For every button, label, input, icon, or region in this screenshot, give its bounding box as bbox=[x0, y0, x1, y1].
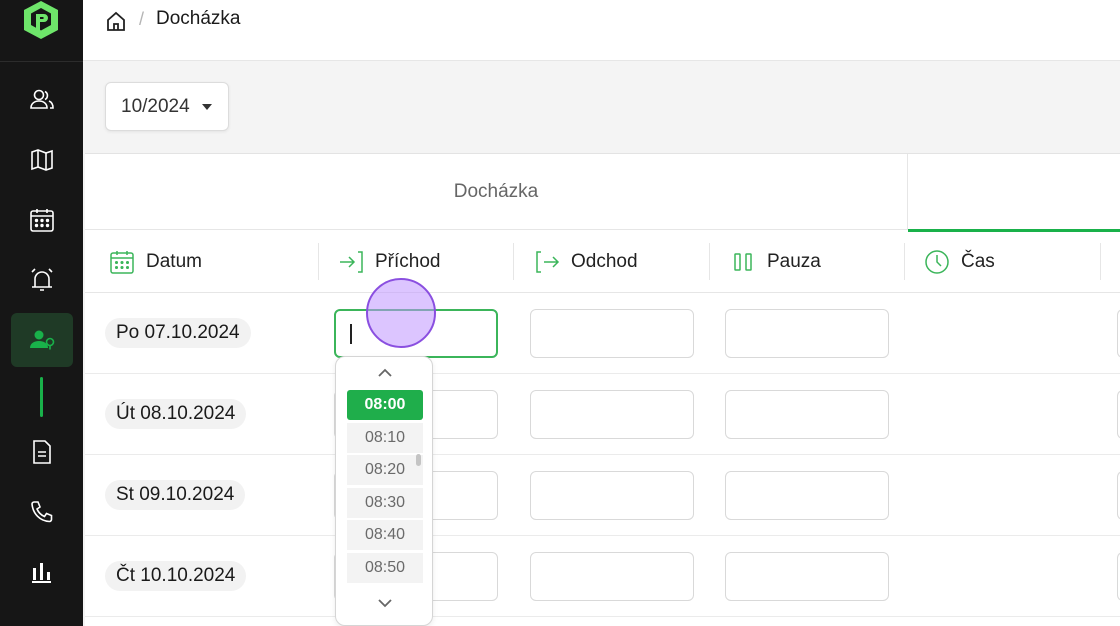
column-divider bbox=[513, 243, 514, 280]
column-divider bbox=[1100, 243, 1101, 280]
date-pill: Út 08.10.2024 bbox=[105, 399, 247, 429]
date-pill: Čt 10.10.2024 bbox=[105, 561, 247, 591]
phone-icon bbox=[31, 501, 53, 523]
breadcrumb-separator: / bbox=[139, 9, 145, 29]
active-indicator bbox=[40, 377, 43, 417]
home-icon[interactable] bbox=[105, 10, 127, 32]
column-header-pause: Pauza bbox=[730, 230, 821, 293]
column-divider bbox=[318, 243, 319, 280]
column-label: Čas bbox=[961, 250, 995, 272]
departure-input[interactable] bbox=[530, 390, 694, 439]
sidebar-item-stats[interactable] bbox=[11, 545, 73, 599]
date-pill: St 09.10.2024 bbox=[105, 480, 246, 510]
time-option[interactable]: 08:20 bbox=[347, 455, 423, 486]
time-option[interactable]: 08:10 bbox=[347, 422, 423, 453]
pause-input[interactable] bbox=[725, 390, 889, 439]
departure-input[interactable] bbox=[530, 552, 694, 601]
departure-icon bbox=[536, 250, 560, 273]
sidebar-item-alarms[interactable] bbox=[11, 253, 73, 307]
arrival-icon bbox=[340, 250, 363, 273]
table-header: Datum Příchod Odchod Pauza Čas bbox=[85, 230, 1120, 293]
column-label: Datum bbox=[146, 250, 202, 272]
departure-input[interactable] bbox=[530, 309, 694, 358]
caret-down-icon bbox=[202, 104, 212, 110]
document-icon bbox=[33, 440, 51, 464]
pause-input[interactable] bbox=[725, 552, 889, 601]
time-dropdown[interactable]: 08:00 08:10 08:20 08:30 08:40 08:50 bbox=[335, 356, 433, 626]
date-pill: Po 07.10.2024 bbox=[105, 318, 251, 348]
user-location-icon bbox=[30, 330, 55, 350]
column-label: Pauza bbox=[767, 250, 821, 272]
chevron-up-icon[interactable] bbox=[375, 363, 395, 383]
time-option[interactable]: 08:30 bbox=[347, 487, 423, 518]
tab-secondary[interactable] bbox=[908, 154, 1120, 232]
column-divider bbox=[904, 243, 905, 280]
departure-input[interactable] bbox=[530, 471, 694, 520]
column-label: Odchod bbox=[571, 250, 638, 272]
tab-label: Docházka bbox=[453, 181, 539, 202]
column-header-departure: Odchod bbox=[534, 230, 638, 293]
column-header-time: Čas bbox=[924, 230, 995, 293]
sidebar bbox=[0, 0, 83, 626]
text-cursor bbox=[350, 324, 352, 344]
pause-input[interactable] bbox=[725, 309, 889, 358]
time-option[interactable]: 08:50 bbox=[347, 552, 423, 583]
top-header: / Docházka bbox=[83, 0, 1120, 61]
sidebar-item-calls[interactable] bbox=[11, 485, 73, 539]
chevron-down-icon[interactable] bbox=[375, 593, 395, 613]
tab-bar: Docházka bbox=[85, 154, 1120, 232]
time-options-list: 08:00 08:10 08:20 08:30 08:40 08:50 bbox=[347, 390, 423, 586]
users-icon bbox=[30, 89, 54, 109]
calendar-icon bbox=[30, 209, 54, 232]
map-icon bbox=[31, 149, 53, 171]
calendar-icon bbox=[110, 250, 134, 274]
app-logo[interactable] bbox=[22, 0, 60, 40]
table-row: Po 07.10.2024 bbox=[85, 293, 1120, 374]
click-indicator bbox=[366, 278, 436, 348]
attendance-panel: Docházka Datum Příchod Odchod Pauza Čas … bbox=[85, 153, 1120, 626]
time-option[interactable]: 08:40 bbox=[347, 520, 423, 551]
column-label: Příchod bbox=[375, 250, 441, 272]
sidebar-item-map[interactable] bbox=[11, 133, 73, 187]
alarm-bell-icon bbox=[31, 268, 53, 291]
pause-icon bbox=[734, 252, 752, 271]
sidebar-item-documents[interactable] bbox=[11, 425, 73, 479]
column-header-date: Datum bbox=[109, 230, 202, 293]
sidebar-divider bbox=[0, 61, 83, 62]
bar-chart-icon bbox=[32, 563, 51, 583]
table-row: Út 08.10.2024 bbox=[85, 374, 1120, 455]
table-row: St 09.10.2024 bbox=[85, 455, 1120, 536]
clock-icon bbox=[925, 249, 949, 274]
month-select-value: 10/2024 bbox=[121, 95, 190, 117]
dropdown-scrollbar[interactable] bbox=[416, 454, 421, 466]
time-option[interactable]: 08:00 bbox=[347, 390, 423, 420]
month-select[interactable]: 10/2024 bbox=[105, 82, 229, 131]
tab-attendance[interactable]: Docházka bbox=[85, 154, 908, 230]
sidebar-item-users[interactable] bbox=[11, 73, 73, 127]
sidebar-item-calendar[interactable] bbox=[11, 193, 73, 247]
table-row: Čt 10.10.2024 bbox=[85, 536, 1120, 617]
pause-input[interactable] bbox=[725, 471, 889, 520]
sidebar-item-attendance[interactable] bbox=[11, 313, 73, 367]
column-divider bbox=[709, 243, 710, 280]
page-title: Docházka bbox=[156, 8, 241, 29]
